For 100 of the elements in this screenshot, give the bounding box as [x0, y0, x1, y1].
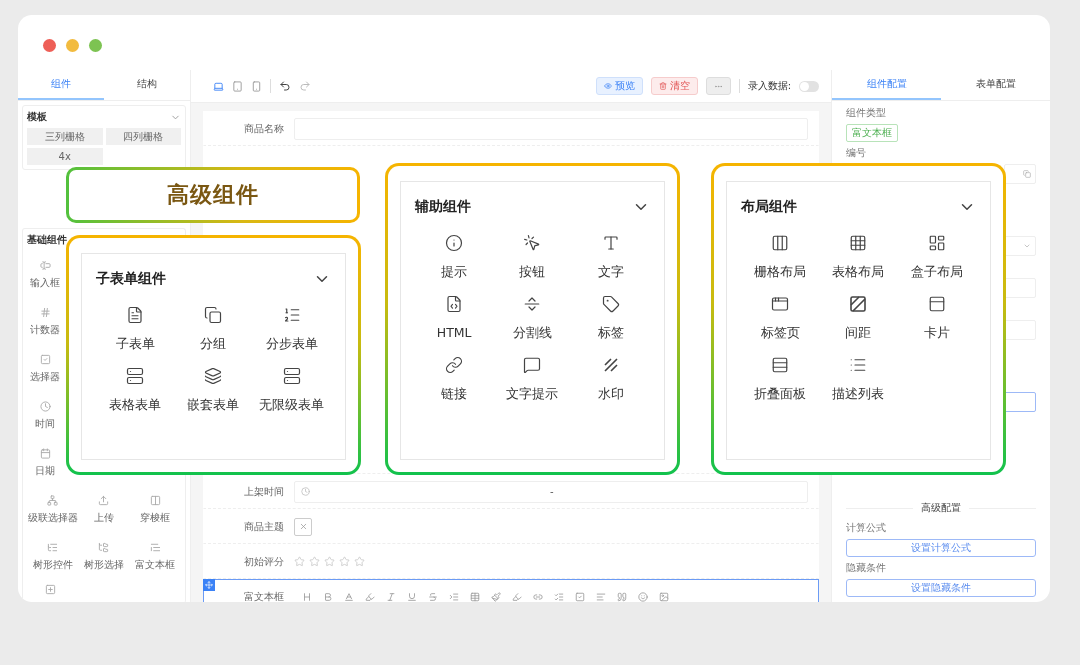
panel-tab[interactable]: 表单配置 [941, 70, 1050, 100]
component-item[interactable]: 上传 [78, 486, 130, 533]
component-item[interactable]: HTML [415, 295, 494, 342]
form-row[interactable]: 初始评分 [203, 544, 819, 579]
window-icon [771, 295, 790, 313]
date-range-field[interactable]: - [294, 480, 808, 503]
component-item[interactable]: 提示 [415, 234, 494, 281]
component-item[interactable]: 描述列表 [819, 356, 898, 403]
link-icon [445, 356, 464, 374]
component-item[interactable]: 富文本框 [129, 533, 181, 580]
format-icon[interactable] [659, 591, 669, 602]
component-item[interactable]: 按钮 [493, 234, 572, 281]
component-item[interactable]: 时间 [27, 392, 63, 439]
copy-icon[interactable] [1023, 170, 1031, 178]
format-icon[interactable] [407, 591, 417, 602]
panel-tab[interactable]: 组件 [18, 70, 104, 100]
format-icon[interactable] [386, 591, 396, 602]
star-icon[interactable] [354, 556, 365, 567]
format-icon[interactable] [512, 591, 522, 602]
component-item[interactable]: 嵌套表单 [174, 367, 253, 414]
component-item[interactable]: 分组 [174, 306, 253, 353]
square-plus-icon[interactable] [45, 584, 56, 595]
format-icon[interactable] [491, 591, 501, 602]
redo-icon [299, 80, 311, 92]
device-button[interactable] [232, 80, 243, 92]
device-button[interactable] [213, 80, 224, 92]
undo-button[interactable] [279, 80, 291, 92]
pointer-icon [523, 234, 542, 252]
component-item[interactable]: 日期 [27, 439, 63, 486]
select-field[interactable] [1004, 236, 1036, 256]
star-icon[interactable] [339, 556, 350, 567]
panel-tab[interactable]: 组件配置 [832, 70, 941, 100]
field-label: 组件类型 [846, 106, 887, 120]
component-item[interactable]: 表格表单 [96, 367, 175, 414]
component-item[interactable]: 标签 [571, 295, 650, 342]
form-row[interactable]: 富文本框 [203, 579, 819, 602]
format-icon[interactable] [575, 591, 585, 602]
component-item[interactable]: 计数器 [27, 298, 63, 345]
format-icon[interactable] [533, 591, 543, 602]
form-row[interactable]: 商品名称 [203, 111, 819, 146]
format-icon[interactable] [638, 591, 648, 602]
format-icon[interactable] [449, 591, 459, 602]
format-icon[interactable] [617, 591, 627, 602]
upload-button[interactable] [294, 517, 312, 536]
component-item[interactable]: 穿梭框 [129, 486, 181, 533]
eye-icon [603, 82, 612, 90]
undo-icon [279, 80, 291, 92]
component-item[interactable]: 表格布局 [819, 234, 898, 281]
star-icon[interactable] [324, 556, 335, 567]
format-icon[interactable] [428, 591, 438, 602]
component-item[interactable]: 水印 [571, 356, 650, 403]
component-item[interactable]: 栅格布局 [741, 234, 820, 281]
component-item[interactable]: 选择器 [27, 345, 63, 392]
component-item[interactable]: 卡片 [897, 295, 976, 342]
format-icon[interactable] [302, 591, 312, 602]
component-item[interactable]: 文字提示 [493, 356, 572, 403]
component-item[interactable]: 树形选择 [78, 533, 130, 580]
window-control-dot[interactable] [89, 39, 102, 52]
form-row[interactable]: 商品主题 [203, 509, 819, 544]
component-item[interactable]: 无限级表单 [252, 367, 331, 414]
template-item[interactable]: 三列栅格 [27, 128, 103, 145]
panel-title: 布局组件 [741, 198, 797, 216]
panel-tab[interactable]: 结构 [104, 70, 190, 100]
star-icon[interactable] [294, 556, 305, 567]
star-icon[interactable] [309, 556, 320, 567]
component-item[interactable]: 分步表单 [252, 306, 331, 353]
component-item[interactable]: 文字 [571, 234, 650, 281]
format-icon[interactable] [470, 591, 480, 602]
format-icon[interactable] [554, 591, 564, 602]
component-item[interactable]: 树形控件 [27, 533, 79, 580]
template-item[interactable]: 四列栅格 [105, 128, 181, 145]
component-item[interactable]: 折叠面板 [741, 356, 820, 403]
window-control-dot[interactable] [43, 39, 56, 52]
component-item[interactable]: 子表单 [96, 306, 175, 353]
template-item[interactable]: 4x [27, 148, 103, 165]
redo-button[interactable] [299, 80, 311, 92]
format-icon[interactable] [365, 591, 375, 602]
form-row[interactable]: 上架时间 - [203, 474, 819, 509]
trash-icon [658, 82, 667, 90]
device-button[interactable] [251, 80, 262, 92]
more-button[interactable] [705, 77, 731, 95]
component-item[interactable]: 链接 [415, 356, 494, 403]
format-icon[interactable] [323, 591, 333, 602]
field-label: 编号 [846, 146, 867, 160]
component-item[interactable]: 分割线 [493, 295, 572, 342]
calendar-icon [39, 447, 51, 459]
message-icon [523, 356, 542, 374]
component-item[interactable]: 间距 [819, 295, 898, 342]
input-field[interactable] [1004, 392, 1036, 412]
component-item[interactable]: 输入框 [27, 251, 63, 298]
type-tag: 富文本框 [846, 124, 898, 142]
toggle-switch[interactable] [799, 80, 819, 92]
window-control-dot[interactable] [66, 39, 79, 52]
format-icon[interactable] [596, 591, 606, 602]
format-icon[interactable] [344, 591, 354, 602]
component-item[interactable]: 标签页 [741, 295, 820, 342]
component-item[interactable]: 盒子布局 [897, 234, 976, 281]
move-handle[interactable] [203, 579, 215, 591]
config-button[interactable]: 设置计算公式 [846, 539, 1036, 557]
component-item[interactable]: 级联选择器 [27, 486, 79, 533]
